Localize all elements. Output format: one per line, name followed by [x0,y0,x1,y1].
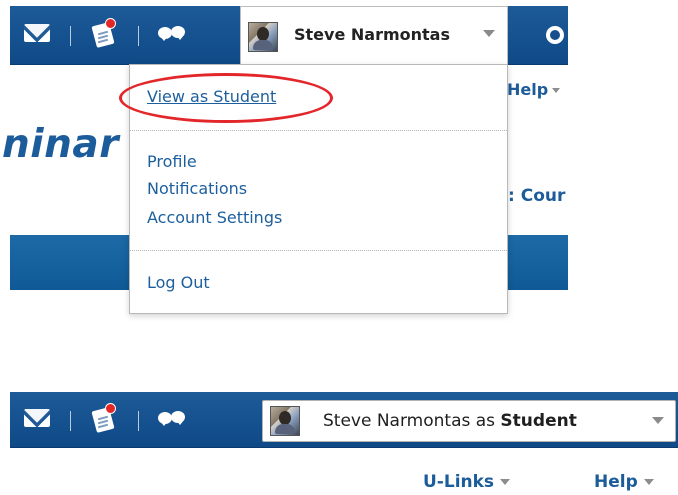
user-name-prefix: Steve Narmontas as [323,411,501,431]
avatar [270,406,300,436]
help-label: Help [507,80,549,99]
chat-icon[interactable] [156,409,190,427]
u-links-menu[interactable]: U-Links [423,472,511,492]
chevron-down-icon [643,479,654,485]
log-out-link[interactable]: Log Out [147,273,210,292]
chat-bubbles [156,24,190,42]
chat-bubble-left [158,27,172,41]
view-as-student-link[interactable]: View as Student [147,87,276,106]
mail-icon[interactable] [24,409,50,427]
chat-bubble-right [171,411,185,425]
chevron-down-icon [652,417,664,424]
help-menu[interactable]: Help [594,472,654,492]
envelope-shape [24,24,50,42]
notification-badge-icon [105,18,116,29]
user-name: Steve Narmontas [294,25,450,44]
nav-separator [70,411,71,431]
chat-bubbles [156,409,190,427]
notes-shape [91,403,116,433]
student-view-user-menu-button[interactable]: Steve Narmontas as Student [262,400,676,442]
notes-icon[interactable] [91,18,116,48]
course-title-fragment: ninar [2,122,119,167]
user-dropdown-menu: View as Student Profile Notifications Ac… [129,64,508,314]
mail-icon[interactable] [24,24,50,42]
menu-divider [130,250,507,251]
gear-icon[interactable] [546,26,564,44]
student-view-user-label: Steve Narmontas as Student [323,411,577,431]
help-menu-link[interactable]: Help [507,80,561,99]
avatar [248,22,278,52]
chat-icon[interactable] [156,24,190,42]
u-links-label: U-Links [423,472,495,492]
bottom-screenshot: Steve Narmontas as Student U-Links Help [0,384,678,495]
nav-separator [138,26,139,46]
envelope-shape [24,409,50,427]
notes-icon[interactable] [91,403,116,433]
bottom-menu-links: U-Links Help [0,472,678,492]
chevron-down-icon [483,30,495,37]
menu-divider [130,130,507,131]
profile-link[interactable]: Profile [147,152,197,171]
notes-shape [91,18,116,48]
help-label: Help [594,472,638,492]
user-menu-button[interactable]: Steve Narmontas [240,6,508,65]
courses-link-fragment[interactable]: : Cour [508,186,565,206]
account-settings-link[interactable]: Account Settings [147,208,282,227]
nav-separator [138,411,139,431]
chat-bubble-right [171,26,185,40]
role-label: Student [500,411,577,431]
notification-badge-icon [105,403,116,414]
top-screenshot: Steve Narmontas ninar Help : Cour View a… [0,0,568,320]
screenshot-composite: Steve Narmontas ninar Help : Cour View a… [0,0,678,495]
chevron-down-icon [500,479,511,485]
chevron-down-icon [552,88,561,93]
nav-separator [70,26,71,46]
chat-bubble-left [158,412,172,426]
notifications-link[interactable]: Notifications [147,179,247,198]
